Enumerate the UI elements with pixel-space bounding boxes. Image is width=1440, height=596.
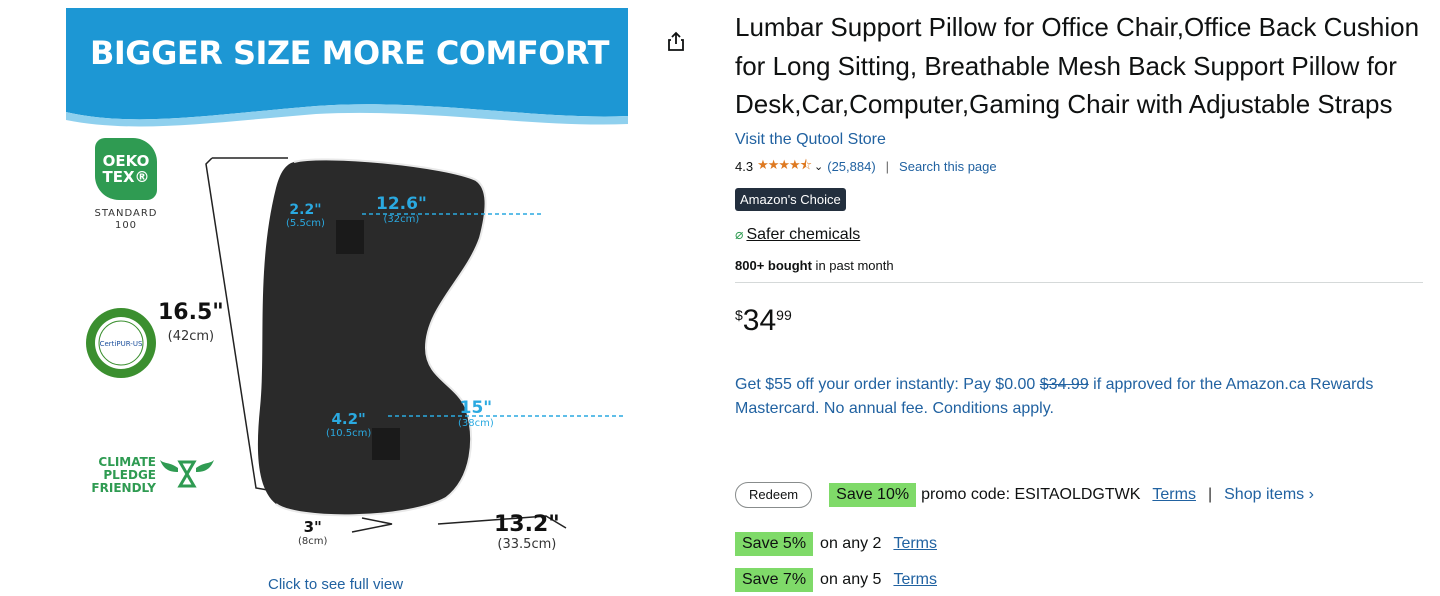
dim-mid-depth: 4.2" (10.5cm) (326, 410, 372, 439)
save-badge: Save 10% (829, 483, 917, 507)
product-title: Lumbar Support Pillow for Office Chair,O… (735, 12, 1420, 119)
discount-terms-link[interactable]: Terms (893, 571, 937, 589)
full-view-link[interactable]: Click to see full view (268, 576, 403, 593)
product-image[interactable]: BIGGER SIZE MORE COMFORT OEKO TEX® STAND… (66, 8, 628, 593)
dim-mid-width: 15" (38cm) (458, 398, 494, 429)
dim-base-depth: 3" (8cm) (298, 518, 328, 547)
rating-row: 4.3 ★★★★⯪ ⌄ (25,884) | Search this page (735, 156, 1425, 178)
chevron-down-icon[interactable]: ⌄ (814, 160, 823, 173)
promo-terms-link[interactable]: Terms (1152, 486, 1196, 504)
safer-chemicals-row[interactable]: ⌀ Safer chemicals (735, 225, 1425, 245)
rating-count-link[interactable]: (25,884) (827, 159, 875, 174)
star-rating-icon[interactable]: ★★★★⯪ (757, 156, 812, 178)
share-icon[interactable] (664, 30, 688, 54)
banner-text: BIGGER SIZE MORE COMFORT (90, 34, 609, 72)
divider (735, 281, 1423, 283)
save-badge: Save 5% (735, 532, 814, 556)
separator: | (1207, 486, 1213, 503)
store-link[interactable]: Visit the Qutool Store (735, 130, 1425, 150)
bought-count: 800+ bought in past month (735, 257, 894, 273)
svg-text:CertiPUR-US: CertiPUR-US (100, 340, 143, 348)
safer-chemicals-link[interactable]: Safer chemicals (746, 226, 860, 244)
amazons-choice-badge: Amazon's Choice (735, 187, 846, 211)
shop-items-link[interactable]: Shop items › (1224, 486, 1314, 504)
discount-row: Save 5% on any 2 Terms (735, 532, 937, 556)
credit-card-offer[interactable]: Get $55 off your order instantly: Pay $0… (735, 373, 1425, 421)
promo-code-text: promo code: ESITAOLDGTWK (921, 486, 1141, 503)
price: $ 34 99 (735, 303, 792, 337)
dim-top-width: 12.6" (32cm) (376, 194, 427, 225)
dim-height: 16.5" (42cm) (158, 300, 224, 344)
save-badge: Save 7% (735, 568, 814, 592)
rating-value: 4.3 (735, 159, 754, 174)
discount-terms-link[interactable]: Terms (893, 535, 937, 553)
promo-row: Redeem Save 10% promo code: ESITAOLDGTWK… (735, 481, 1314, 509)
discount-row: Save 7% on any 5 Terms (735, 568, 937, 592)
dim-base-width: 13.2" (33.5cm) (494, 512, 560, 552)
image-banner: BIGGER SIZE MORE COMFORT (66, 8, 628, 130)
discount-text: on any 5 (820, 571, 882, 588)
dim-top-depth: 2.2" (5.5cm) (286, 202, 325, 229)
search-page-link[interactable]: Search this page (899, 159, 997, 174)
redeem-button[interactable]: Redeem (735, 482, 813, 508)
oeko-tex-logo: OEKO TEX® STANDARD 100 (86, 138, 166, 232)
leaf-icon: ⌀ (735, 226, 744, 242)
certipur-logo: CertiPUR-US (84, 306, 158, 380)
separator: | (885, 159, 890, 174)
product-details: Lumbar Support Pillow for Office Chair,O… (735, 8, 1425, 592)
discount-text: on any 2 (820, 535, 882, 552)
